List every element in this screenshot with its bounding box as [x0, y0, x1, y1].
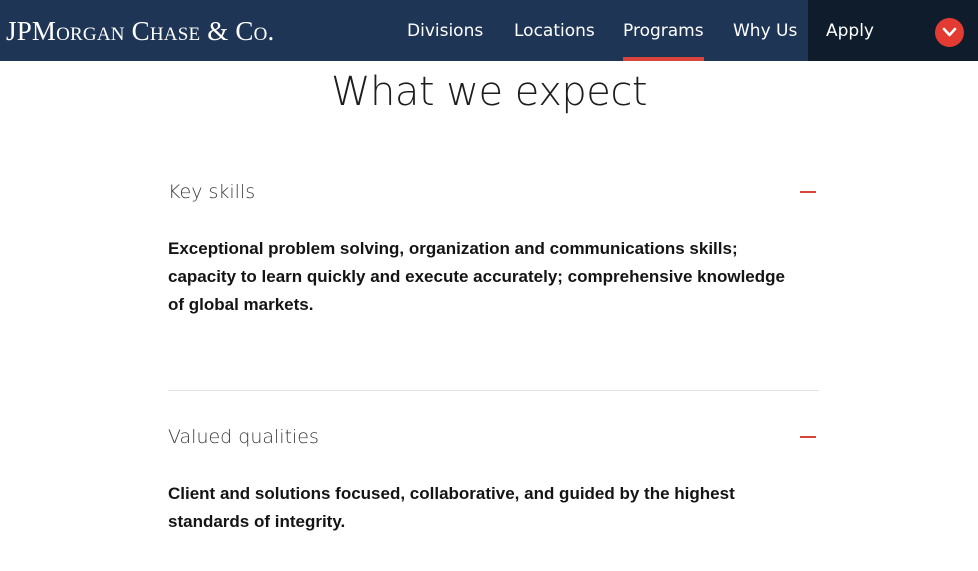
- accordion-header-valued-qualities[interactable]: Valued qualities: [168, 417, 819, 457]
- accordion-body: Client and solutions focused, collaborat…: [168, 484, 735, 531]
- nav-item-locations[interactable]: Locations: [514, 0, 595, 61]
- nav-item-why-us[interactable]: Why Us: [733, 0, 797, 61]
- accordion-key-skills: Key skills Exceptional problem solving, …: [168, 172, 819, 319]
- nav-item-divisions[interactable]: Divisions: [407, 0, 483, 61]
- section-divider: [168, 390, 819, 391]
- minus-icon[interactable]: [800, 185, 816, 199]
- accordion-title: Key skills: [168, 181, 256, 203]
- logo-text: JPMorgan Chase & Co.: [6, 16, 275, 46]
- apply-section: Apply: [808, 0, 978, 61]
- jpmorgan-chase-logo[interactable]: JPMorgan Chase & Co.: [6, 14, 274, 48]
- chevron-down-icon: [942, 27, 957, 37]
- nav-item-programs[interactable]: Programs: [623, 0, 704, 61]
- apply-button[interactable]: Apply: [826, 0, 874, 61]
- chevron-down-button[interactable]: [935, 18, 964, 47]
- top-navigation-bar: JPMorgan Chase & Co. Divisions Locations…: [0, 0, 978, 61]
- accordion-header-key-skills[interactable]: Key skills: [168, 172, 819, 212]
- minus-icon[interactable]: [800, 430, 816, 444]
- accordion-title: Valued qualities: [168, 426, 319, 448]
- page-title: What we expect: [330, 69, 648, 115]
- accordion-body: Exceptional problem solving, organizatio…: [168, 239, 785, 314]
- accordion-valued-qualities: Valued qualities Client and solutions fo…: [168, 417, 819, 536]
